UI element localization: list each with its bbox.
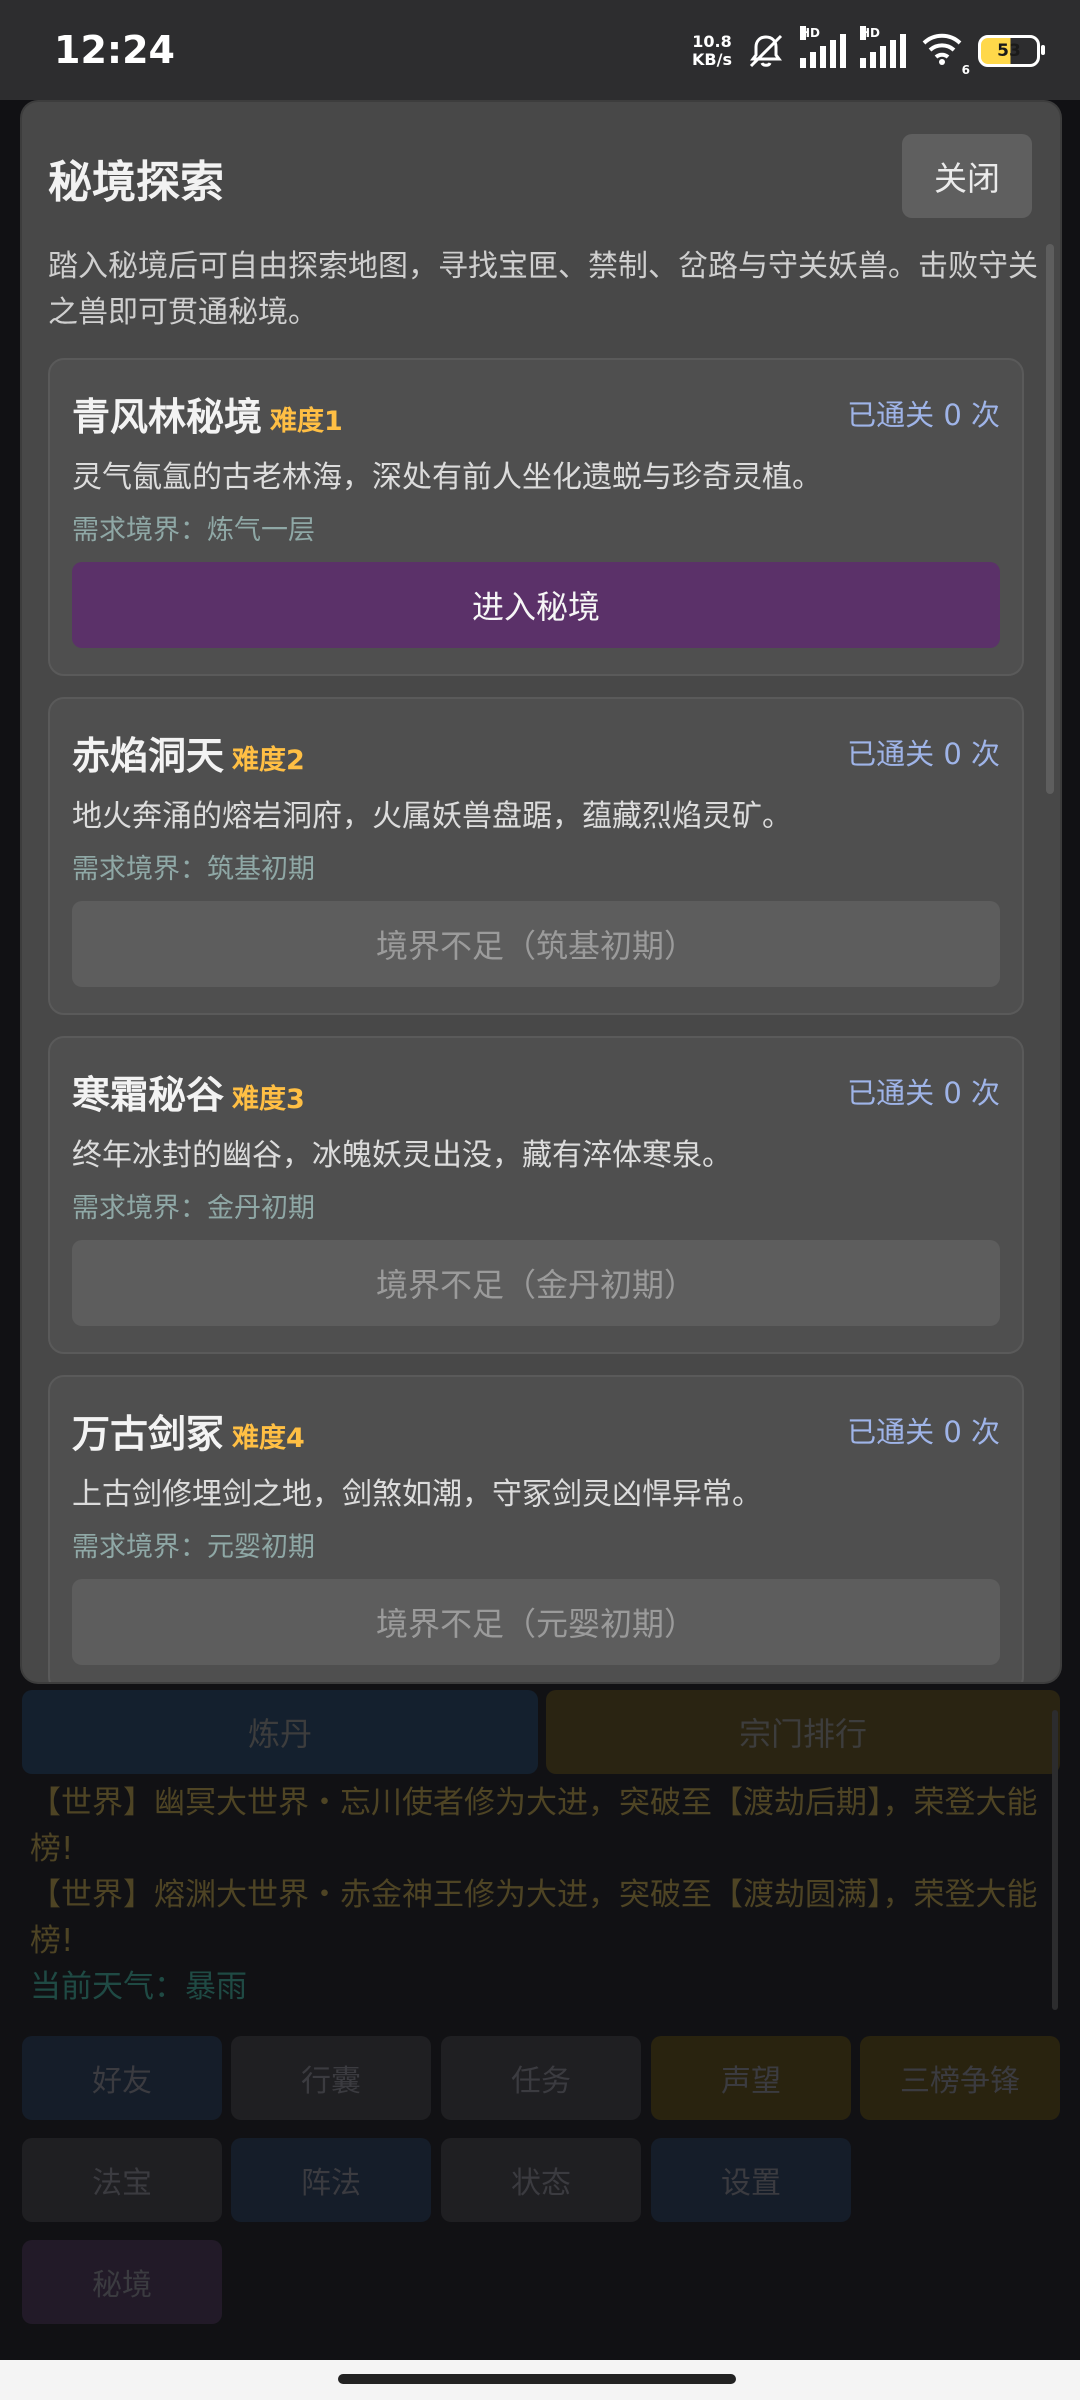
- realm-card: 寒霜秘谷 难度3 已通关 0 次终年冰封的幽谷，冰魄妖灵出没，藏有淬体寒泉。需求境界…: [48, 1036, 1024, 1354]
- realm-name: 赤焰洞天 难度2: [72, 725, 305, 780]
- bg-button-alchemy[interactable]: 炼丹: [22, 1690, 538, 1774]
- signal-strength-sim1-icon: HD: [800, 26, 846, 68]
- realm-requirement: 需求境界：元婴初期: [72, 1532, 315, 1563]
- grid-button-label: 任务: [511, 2064, 571, 2099]
- realm-cleared-count: 已通关 0 次: [847, 1076, 1000, 1110]
- grid-button-friends[interactable]: 好友: [22, 2036, 222, 2120]
- grid-button-secret-realm[interactable]: 秘境: [22, 2240, 222, 2324]
- realm-name-text: 寒霜秘谷: [72, 1073, 225, 1117]
- grid-button-reputation[interactable]: 声望: [651, 2036, 851, 2120]
- enter-realm-button[interactable]: 进入秘境: [72, 562, 1000, 648]
- grid-button-treasure[interactable]: 法宝: [22, 2138, 222, 2222]
- modal-scrollbar[interactable]: [1046, 244, 1054, 794]
- bg-button-sect-ranking[interactable]: 宗门排行: [546, 1690, 1060, 1774]
- realm-locked-button[interactable]: 境界不足（元婴初期）: [72, 1579, 1000, 1665]
- realm-requirement: 需求境界：金丹初期: [72, 1193, 315, 1224]
- realm-cleared-count: 已通关 0 次: [847, 398, 1000, 432]
- realm-name: 万古剑冢 难度4: [72, 1403, 305, 1458]
- realm-card: 赤焰洞天 难度2 已通关 0 次地火奔涌的熔岩洞府，火属妖兽盘踞，蕴藏烈焰灵矿。需求…: [48, 697, 1024, 1015]
- world-log: 【世界】幽冥大世界・忘川使者修为大进，突破至【渡劫后期】，荣登大能榜! 【世界】…: [30, 1780, 1050, 2010]
- grid-button-formation[interactable]: 阵法: [231, 2138, 431, 2222]
- realm-description: 上古剑修埋剑之地，剑煞如潮，守冢剑灵凶悍异常。: [72, 1477, 762, 1512]
- close-button[interactable]: 关闭: [902, 134, 1032, 218]
- realm-locked-button[interactable]: 境界不足（筑基初期）: [72, 901, 1000, 987]
- grid-button-label: 法宝: [92, 2166, 152, 2201]
- bg-button-label: 炼丹: [247, 1715, 312, 1753]
- realm-difficulty: 难度2: [232, 745, 305, 776]
- realm-cleared-count: 已通关 0 次: [847, 737, 1000, 771]
- battery-icon: 53: [978, 35, 1045, 67]
- log-scrollbar[interactable]: [1052, 1710, 1058, 2010]
- wifi-icon: 6: [920, 31, 970, 77]
- weather-text: 当前天气：暴雨: [30, 1969, 247, 2005]
- grid-button-tasks[interactable]: 任务: [441, 2036, 641, 2120]
- realm-name-text: 万古剑冢: [72, 1412, 225, 1456]
- sim2-hd-label: HD: [860, 26, 881, 40]
- status-icons: 10.8 KB/s HD HD 6 53: [692, 26, 1045, 77]
- realm-name: 青风林秘境 难度1: [72, 386, 343, 441]
- mute-bell-icon: [749, 34, 783, 68]
- grid-button-status[interactable]: 状态: [441, 2138, 641, 2222]
- signal-strength-sim2-icon: HD: [860, 26, 906, 68]
- status-time: 12:24: [54, 28, 175, 72]
- grid-button-rankings[interactable]: 三榜争锋: [860, 2036, 1060, 2120]
- network-speed: 10.8 KB/s: [692, 33, 732, 69]
- grid-button-label: 设置: [721, 2166, 781, 2201]
- secret-realm-modal: 秘境探索 关闭 踏入秘境后可自由探索地图，寻找宝匣、禁制、岔路与守关妖兽。击败守…: [22, 102, 1060, 1682]
- realm-name-text: 赤焰洞天: [72, 734, 225, 778]
- status-bar: 12:24 10.8 KB/s HD HD 6 53: [0, 0, 1080, 100]
- bg-button-label: 宗门排行: [738, 1715, 867, 1753]
- realm-card: 万古剑冢 难度4 已通关 0 次上古剑修埋剑之地，剑煞如潮，守冢剑灵凶悍异常。需求境…: [48, 1375, 1024, 1682]
- realm-locked-button[interactable]: 境界不足（金丹初期）: [72, 1240, 1000, 1326]
- grid-button-label: 好友: [92, 2064, 152, 2099]
- realm-card: 青风林秘境 难度1 已通关 0 次灵气氤氲的古老林海，深处有前人坐化遗蜕与珍奇灵植。…: [48, 358, 1024, 676]
- realm-difficulty: 难度1: [270, 406, 343, 437]
- grid-button-label: 秘境: [92, 2268, 152, 2303]
- realm-description: 地火奔涌的熔岩洞府，火属妖兽盘踞，蕴藏烈焰灵矿。: [72, 799, 792, 834]
- battery-level: 53: [997, 41, 1021, 61]
- realm-cleared-count: 已通关 0 次: [847, 1415, 1000, 1449]
- grid-button-label: 行囊: [301, 2064, 361, 2099]
- grid-button-settings[interactable]: 设置: [651, 2138, 851, 2222]
- realm-difficulty: 难度3: [232, 1084, 305, 1115]
- grid-button-label: 三榜争锋: [900, 2064, 1020, 2099]
- modal-description: 踏入秘境后可自由探索地图，寻找宝匣、禁制、岔路与守关妖兽。击败守关之兽即可贯通秘…: [48, 249, 1038, 330]
- realm-name-text: 青风林秘境: [72, 395, 263, 439]
- realm-requirement: 需求境界：筑基初期: [72, 854, 315, 885]
- wifi-sub-label: 6: [961, 63, 970, 77]
- modal-title: 秘境探索: [48, 157, 224, 208]
- grid-button-inventory[interactable]: 行囊: [231, 2036, 431, 2120]
- realm-name: 寒霜秘谷 难度3: [72, 1064, 305, 1119]
- realm-difficulty: 难度4: [232, 1423, 305, 1454]
- net-speed-value: 10.8: [692, 32, 732, 51]
- home-indicator[interactable]: [338, 2374, 736, 2384]
- net-speed-unit: KB/s: [692, 50, 732, 69]
- realm-description: 终年冰封的幽谷，冰魄妖灵出没，藏有淬体寒泉。: [72, 1138, 732, 1173]
- sim1-hd-label: HD: [800, 26, 821, 40]
- grid-button-label: 阵法: [301, 2166, 361, 2201]
- log-line: 【世界】幽冥大世界・忘川使者修为大进，突破至【渡劫后期】，荣登大能榜!: [30, 1785, 1038, 1867]
- realm-requirement: 需求境界：炼气一层: [72, 515, 315, 546]
- realm-description: 灵气氤氲的古老林海，深处有前人坐化遗蜕与珍奇灵植。: [72, 460, 822, 495]
- grid-button-label: 状态: [511, 2166, 571, 2201]
- log-line: 【世界】熔渊大世界・赤金神王修为大进，突破至【渡劫圆满】，荣登大能榜!: [30, 1877, 1038, 1959]
- grid-button-label: 声望: [721, 2064, 781, 2099]
